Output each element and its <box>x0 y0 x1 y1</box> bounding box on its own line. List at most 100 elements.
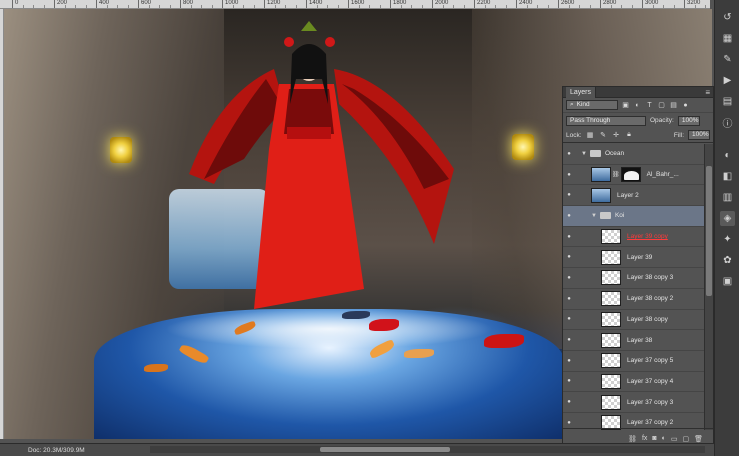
history-icon[interactable]: ↺ <box>720 10 735 25</box>
info-icon[interactable]: ⓘ <box>720 115 735 130</box>
tab-layers[interactable]: Layers <box>566 86 597 98</box>
type-filter-icon[interactable]: T <box>645 101 654 110</box>
layer-row[interactable]: ● Layer 39 copy <box>563 226 705 248</box>
ruler-tick: 1400 <box>306 0 322 8</box>
layers-icon[interactable]: ◈ <box>720 211 735 226</box>
layer-name[interactable]: Layer 39 copy <box>627 233 668 240</box>
properties-icon[interactable]: ▣ <box>720 274 735 289</box>
layer-thumbnail[interactable] <box>591 187 611 203</box>
layer-thumbnail[interactable] <box>601 373 621 389</box>
channels-icon[interactable]: ▥ <box>720 190 735 205</box>
layer-row[interactable]: ● Layer 38 copy 3 <box>563 268 705 289</box>
filter-toggle-icon[interactable]: ● <box>681 101 690 110</box>
fx-icon[interactable]: fx <box>642 435 647 442</box>
paths-icon[interactable]: ✦ <box>720 232 735 247</box>
layer-name[interactable]: Layer 37 copy 4 <box>627 378 673 385</box>
layer-row[interactable]: ● Layer 38 <box>563 330 705 351</box>
adjustment-filter-icon[interactable]: ◐ <box>633 101 642 110</box>
visibility-eye-icon[interactable]: ● <box>563 172 575 178</box>
layer-name[interactable]: Layer 38 copy 3 <box>627 274 673 281</box>
lock-position-icon[interactable]: ✛ <box>612 131 621 140</box>
layer-thumbnail[interactable] <box>601 249 621 265</box>
layer-row[interactable]: ● Layer 2 <box>563 185 705 207</box>
adjust-icon[interactable]: ◐ <box>720 148 735 163</box>
panel-menu-icon[interactable]: ≡ <box>705 88 710 97</box>
styles-icon[interactable]: ✿ <box>720 253 735 268</box>
scrollbar-thumb[interactable] <box>320 447 450 452</box>
lock-transparent-icon[interactable]: ▦ <box>586 131 595 140</box>
layer-name[interactable]: Layer 2 <box>617 192 639 199</box>
color-icon[interactable]: ◧ <box>720 169 735 184</box>
new-layer-icon[interactable]: ▢ <box>682 435 689 443</box>
layer-row[interactable]: ● Layer 37 copy 4 <box>563 371 705 393</box>
trash-icon[interactable]: 🗑︎ <box>694 435 703 443</box>
mask-icon[interactable]: ◙ <box>652 435 656 442</box>
kind-filter-dropdown[interactable]: ⌕ Kind <box>566 100 618 110</box>
layer-thumbnail[interactable] <box>601 394 621 410</box>
koi-fish <box>484 334 524 348</box>
visibility-eye-icon[interactable]: ● <box>563 213 575 219</box>
visibility-eye-icon[interactable]: ● <box>563 151 575 157</box>
layers-scrollbar[interactable] <box>704 144 713 430</box>
group-expand-icon[interactable]: ▼ <box>591 213 597 219</box>
visibility-eye-icon[interactable]: ● <box>563 358 575 364</box>
layer-group-row[interactable]: ● ▼ Koi <box>563 206 705 227</box>
layer-row[interactable]: ● Layer 38 copy 2 <box>563 288 705 310</box>
layer-row[interactable]: ● ⛓ Al_Bahr_... <box>563 164 705 186</box>
visibility-eye-icon[interactable]: ● <box>563 254 575 260</box>
adjustment-icon[interactable]: ◐ <box>662 435 666 442</box>
group-expand-icon[interactable]: ▼ <box>581 151 587 157</box>
brush-icon[interactable]: ✎ <box>720 52 735 67</box>
layer-row[interactable]: ● Layer 37 copy 5 <box>563 350 705 372</box>
layer-group-row[interactable]: ● ▼ Ocean <box>563 144 705 165</box>
opacity-field[interactable]: 100% <box>677 115 700 126</box>
visibility-eye-icon[interactable]: ● <box>563 378 575 384</box>
shape-filter-icon[interactable]: ▢ <box>657 101 666 110</box>
layer-row[interactable]: ● Layer 38 copy <box>563 309 705 331</box>
layer-thumbnail[interactable] <box>601 311 621 327</box>
layer-name[interactable]: Layer 37 copy 5 <box>627 357 673 364</box>
layer-name[interactable]: Layer 38 copy 2 <box>627 295 673 302</box>
layer-thumbnail[interactable] <box>601 270 621 286</box>
smart-object-filter-icon[interactable]: ▤ <box>669 101 678 110</box>
layers-comp-icon[interactable]: ▤ <box>720 94 735 109</box>
visibility-eye-icon[interactable]: ● <box>563 316 575 322</box>
visibility-eye-icon[interactable]: ● <box>563 234 575 240</box>
lock-image-icon[interactable]: ✎ <box>599 131 608 140</box>
visibility-eye-icon[interactable]: ● <box>563 337 575 343</box>
layer-mask-thumbnail[interactable] <box>620 167 641 183</box>
top-ruler[interactable]: 0 200 400 600 800 1000 1200 1400 1600 1800 2000 220… <box>0 0 710 9</box>
layer-name[interactable]: Al_Bahr_... <box>647 171 679 178</box>
folder-icon[interactable]: ▭ <box>671 435 678 443</box>
layer-name[interactable]: Ocean <box>605 150 624 157</box>
layer-name[interactable]: Layer 38 copy <box>627 316 668 323</box>
layers-panel: Layers ≡ ⌕ Kind ▣ ◐ T ▢ ▤ ● Pass Through… <box>562 86 714 449</box>
pixel-filter-icon[interactable]: ▣ <box>621 101 630 110</box>
layer-thumbnail[interactable] <box>601 229 621 245</box>
layer-row[interactable]: ● Layer 39 <box>563 247 705 269</box>
layer-thumbnail[interactable] <box>601 353 621 369</box>
layer-thumbnail[interactable] <box>591 167 611 183</box>
visibility-eye-icon[interactable]: ● <box>563 399 575 405</box>
horizontal-scrollbar[interactable] <box>150 446 705 453</box>
layer-name[interactable]: Layer 37 copy 3 <box>627 399 673 406</box>
layer-name[interactable]: Koi <box>615 212 624 219</box>
lock-all-icon[interactable]: 🔒︎ <box>625 131 634 140</box>
layer-row[interactable]: ● Layer 37 copy 3 <box>563 392 705 413</box>
fill-field[interactable]: 100% <box>688 130 710 140</box>
play-icon[interactable]: ▶ <box>720 73 735 88</box>
layer-thumbnail[interactable] <box>601 291 621 307</box>
visibility-eye-icon[interactable]: ● <box>563 275 575 281</box>
visibility-eye-icon[interactable]: ● <box>563 192 575 198</box>
layer-name[interactable]: Layer 37 copy 2 <box>627 419 673 426</box>
blend-mode-dropdown[interactable]: Pass Through <box>566 115 646 126</box>
layer-name[interactable]: Layer 38 <box>627 337 652 344</box>
visibility-eye-icon[interactable]: ● <box>563 420 575 426</box>
scrollbar-thumb[interactable] <box>706 166 712 296</box>
swatches-icon[interactable]: ▦ <box>720 31 735 46</box>
visibility-eye-icon[interactable]: ● <box>563 296 575 302</box>
link-icon[interactable]: ⛓ <box>628 435 637 443</box>
chain-link-icon[interactable]: ⛓ <box>612 171 620 178</box>
layer-name[interactable]: Layer 39 <box>627 254 652 261</box>
layer-thumbnail[interactable] <box>601 332 621 348</box>
